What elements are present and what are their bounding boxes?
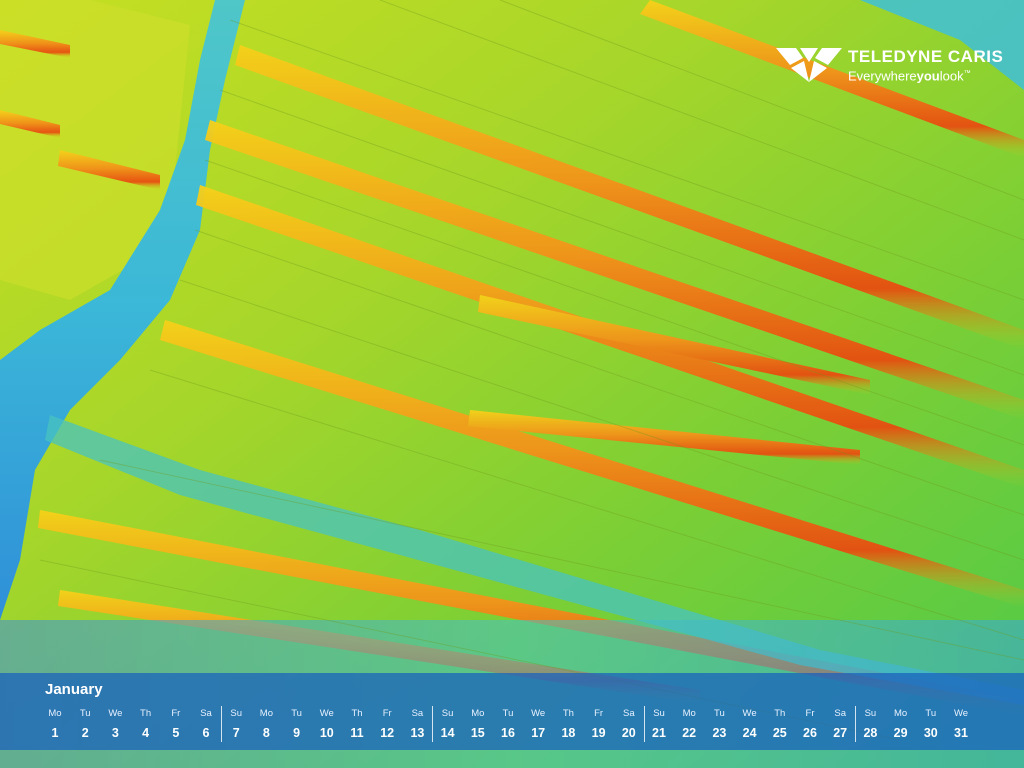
day-name: Mo	[259, 708, 273, 719]
day-number: 23	[712, 726, 727, 740]
day-name: Tu	[291, 708, 302, 719]
day-number: 22	[682, 726, 697, 740]
day-number: 17	[531, 726, 546, 740]
day-name: Tu	[79, 708, 91, 719]
day-name: Mo	[893, 708, 908, 719]
day-number: 26	[803, 726, 817, 740]
day-number: 11	[350, 726, 364, 740]
day-name: We	[531, 708, 546, 719]
day-name: We	[319, 708, 334, 719]
day-number: 2	[81, 726, 89, 740]
day-number: 5	[172, 726, 180, 740]
day-number: 1	[51, 726, 59, 740]
day-name: Th	[774, 708, 786, 719]
day-number: 19	[591, 726, 606, 740]
day-number: 10	[319, 726, 334, 740]
day-number: 9	[293, 726, 301, 740]
day-number: 27	[833, 726, 848, 740]
brand-tagline: Everywhereyoulook™	[848, 68, 971, 84]
day-number: 12	[380, 726, 395, 740]
day-name: Mo	[682, 708, 696, 719]
day-number: 28	[863, 726, 878, 740]
day-name: Fr	[594, 708, 604, 719]
day-number: 4	[142, 726, 150, 740]
teledyne-caris-logo: TELEDYNE CARIS Everywhereyoulook™	[776, 46, 1003, 86]
day-name: Tu	[714, 708, 725, 719]
day-name: Sa	[411, 708, 424, 719]
day-name: Fr	[171, 708, 181, 719]
day-name: Mo	[471, 708, 485, 719]
day-name: We	[742, 708, 757, 719]
day-number: 8	[262, 726, 270, 740]
day-number: 3	[111, 726, 119, 740]
calendar-month-title: January	[45, 681, 103, 698]
day-name: Fr	[805, 708, 815, 719]
teledyne-logo-mark-icon	[776, 48, 842, 82]
day-name: Th	[562, 708, 574, 719]
day-number: 25	[772, 726, 787, 740]
day-name: We	[108, 708, 123, 719]
day-number: 30	[923, 726, 938, 740]
day-name: We	[953, 708, 969, 719]
bathymetry-wallpaper	[0, 0, 1024, 768]
day-number: 21	[652, 726, 666, 740]
day-name: Su	[230, 708, 242, 719]
day-number: 29	[893, 726, 908, 740]
day-name: Su	[653, 708, 665, 719]
day-number: 7	[232, 726, 240, 740]
day-number: 20	[621, 726, 636, 740]
day-name: Tu	[925, 708, 937, 719]
day-number: 16	[501, 726, 515, 740]
day-number: 13	[410, 726, 425, 740]
day-name: Su	[864, 708, 877, 719]
day-name: Sa	[622, 708, 635, 719]
day-name: Tu	[502, 708, 514, 719]
day-name: Th	[140, 708, 152, 719]
day-number: 14	[440, 726, 455, 740]
day-name: Su	[441, 708, 454, 719]
day-name: Sa	[834, 708, 846, 719]
day-name: Mo	[48, 708, 62, 719]
day-number: 15	[470, 726, 485, 740]
day-name: Fr	[382, 708, 392, 719]
day-name: Th	[351, 708, 363, 719]
day-number: 31	[954, 726, 968, 740]
day-number: 18	[561, 726, 576, 740]
day-number: 6	[202, 726, 210, 740]
day-number: 24	[742, 726, 757, 740]
day-name: Sa	[200, 708, 212, 719]
month-calendar: January Mo 1 Tu 2 We 3 Th 4 Fr 5 Sa 6 Su 7 Mo 8 Tu 9 We 10 T…	[0, 673, 1024, 750]
brand-name: TELEDYNE CARIS	[848, 47, 1004, 66]
